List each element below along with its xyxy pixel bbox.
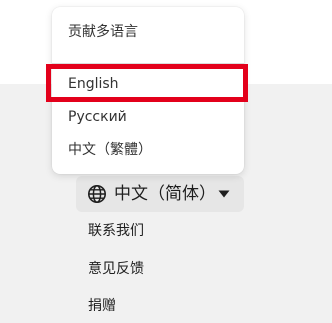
page: 贡献多语言 English Русский 中文（繁體） 中文（简体） 联系我们… [0,0,332,323]
footer-link-feedback[interactable]: 意见反馈 [88,260,144,278]
caret-down-icon [218,190,230,198]
contribute-languages-link[interactable]: 贡献多语言 [68,23,138,41]
menu-item-traditional-chinese[interactable]: 中文（繁體） [68,141,152,159]
globe-icon [88,185,106,203]
menu-item-english[interactable]: English [68,75,119,93]
footer-link-donate[interactable]: 捐赠 [88,297,116,315]
current-language-label: 中文（简体） [114,184,216,204]
language-menu: 贡献多语言 English Русский 中文（繁體） [52,7,244,174]
language-selector-button[interactable]: 中文（简体） [76,176,244,212]
menu-divider [52,63,244,64]
menu-item-russian[interactable]: Русский [68,108,127,126]
footer-link-contact-us[interactable]: 联系我们 [88,222,144,240]
